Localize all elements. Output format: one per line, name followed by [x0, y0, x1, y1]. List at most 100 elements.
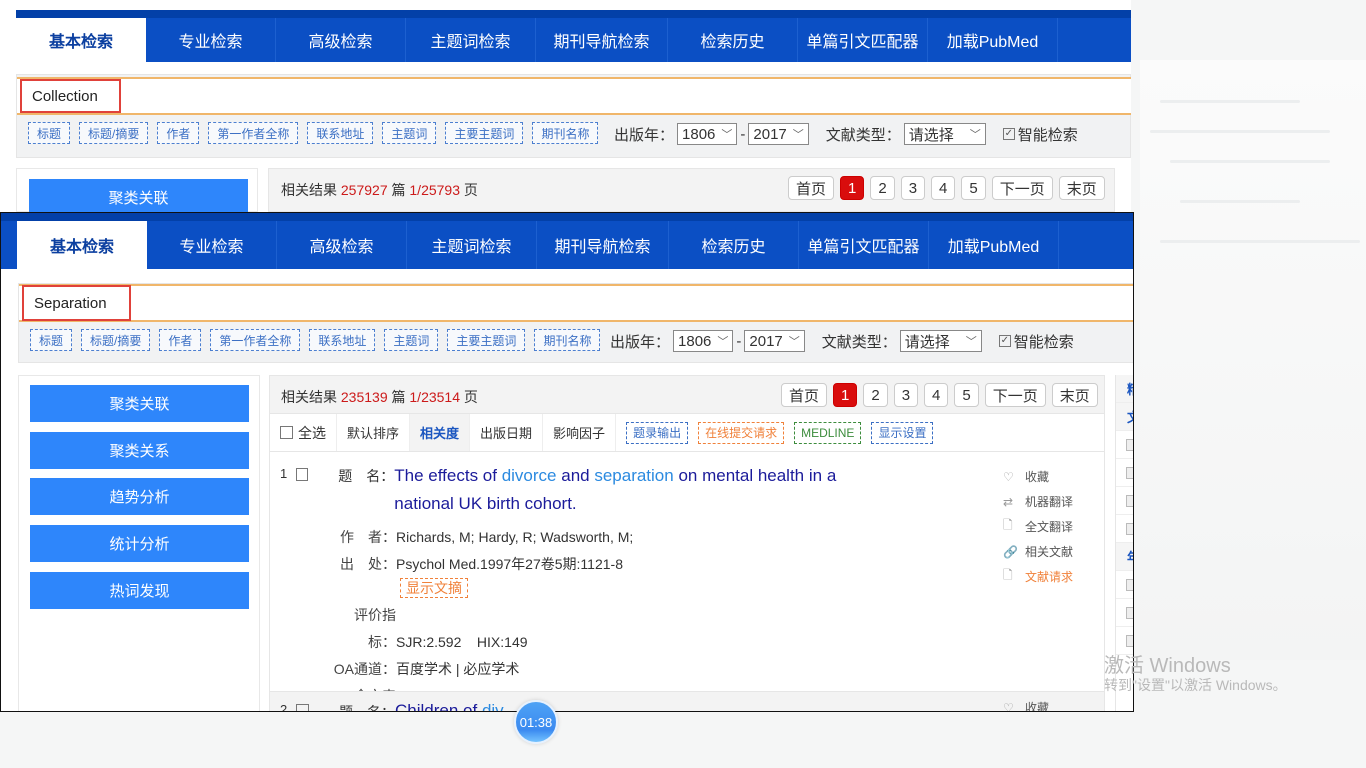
field-tag[interactable]: 标题	[28, 122, 71, 144]
field-tag[interactable]: 主要主题词	[447, 329, 526, 351]
search-input[interactable]	[19, 284, 1133, 322]
page-button[interactable]: 3	[893, 383, 919, 407]
results-header: 相关结果 235139 篇 1/23514 页 首页 1 2 3 4 5 下一页 末页	[270, 376, 1104, 414]
title-highlight: divorce	[501, 466, 557, 485]
page-button[interactable]: 2	[863, 383, 888, 407]
record-checkbox[interactable]	[295, 468, 309, 481]
field-tag[interactable]: 主要主题词	[445, 122, 524, 144]
record-title-link[interactable]: Children of div	[395, 702, 504, 712]
page-button[interactable]: 5	[954, 383, 979, 407]
action-button[interactable]: MEDLINE	[794, 421, 862, 444]
nav-tab[interactable]: 专业检索	[147, 221, 277, 269]
nav-tab[interactable]: 主题词检索	[406, 18, 536, 62]
field-tag[interactable]: 主题词	[382, 122, 437, 144]
select-all-checkbox[interactable]: 全选	[270, 414, 337, 451]
field-tag[interactable]: 期刊名称	[532, 122, 599, 144]
page-button[interactable]: 末页	[1058, 176, 1105, 200]
field-tag[interactable]: 标题/摘要	[79, 122, 149, 144]
search-query-highlight[interactable]: Separation	[22, 285, 131, 321]
side-action[interactable]: 🗋 文献请求	[1003, 564, 1073, 589]
page-button[interactable]: 首页	[781, 383, 828, 407]
nav-tab[interactable]: 单篇引文匹配器	[798, 18, 928, 62]
record-checkbox[interactable]	[296, 704, 309, 711]
checkbox-icon	[1126, 578, 1133, 591]
search-query-highlight[interactable]: Collection	[20, 79, 121, 113]
nav-tab[interactable]: 高级检索	[277, 221, 407, 269]
nav-tab[interactable]: 主题词检索	[407, 221, 537, 269]
trend-analysis-button[interactable]: 趋势分析	[30, 478, 249, 515]
page-button[interactable]: 下一页	[991, 176, 1053, 200]
sort-relevance[interactable]: 相关度	[410, 414, 471, 451]
field-tag[interactable]: 标题/摘要	[81, 329, 151, 351]
favorite-label[interactable]: 收藏	[1025, 699, 1049, 711]
right-col-item[interactable]	[1116, 459, 1133, 487]
right-col-item[interactable]	[1116, 487, 1133, 515]
nav-tab[interactable]: 加载PubMed	[928, 18, 1058, 62]
show-abstract-button[interactable]: 显示文摘	[400, 578, 468, 598]
page-button[interactable]: 4	[931, 176, 956, 200]
page-button[interactable]: 下一页	[984, 383, 1046, 407]
field-tag[interactable]: 第一作者全称	[208, 122, 299, 144]
recording-timer[interactable]: 01:38	[514, 700, 558, 744]
year-from-select[interactable]: 1806 ﹀	[673, 330, 734, 352]
nav-tab[interactable]: 基本检索	[16, 18, 146, 62]
field-tag[interactable]: 作者	[157, 122, 200, 144]
nav-tab[interactable]: 期刊导航检索	[537, 221, 669, 269]
year-to-select[interactable]: 2017 ﹀	[744, 330, 805, 352]
side-action[interactable]: 🗋 全文翻译	[1003, 514, 1073, 539]
result-record-2: 2 题 名： Children of div ♡ 收藏	[270, 691, 1104, 712]
right-col-item[interactable]	[1116, 431, 1133, 459]
field-tag[interactable]: 主题词	[384, 329, 439, 351]
nav-tab[interactable]: 基本检索	[17, 221, 147, 269]
page-button[interactable]: 3	[900, 176, 926, 200]
action-button[interactable]: 显示设置	[871, 421, 934, 444]
field-tag[interactable]: 标题	[30, 329, 73, 351]
page-button[interactable]: 5	[961, 176, 986, 200]
field-tag[interactable]: 期刊名称	[534, 329, 601, 351]
nav-tab[interactable]: 专业检索	[146, 18, 276, 62]
side-action[interactable]: 🔗 相关文献	[1003, 539, 1073, 564]
search-input[interactable]	[17, 77, 1131, 115]
field-tag[interactable]: 联系地址	[309, 329, 376, 351]
page-button[interactable]: 1	[833, 383, 858, 407]
field-tag[interactable]: 联系地址	[307, 122, 374, 144]
page-button[interactable]: 末页	[1051, 383, 1098, 407]
page-button[interactable]: 首页	[788, 176, 835, 200]
side-action[interactable]: ⇄ 机器翻译	[1003, 489, 1073, 514]
nav-tab[interactable]: 加载PubMed	[929, 221, 1059, 269]
page-button[interactable]: 2	[870, 176, 895, 200]
sort-date[interactable]: 出版日期	[470, 414, 544, 451]
cluster-relation-button[interactable]: 聚类关系	[30, 432, 249, 469]
page-button[interactable]: 1	[840, 176, 865, 200]
year-from-select[interactable]: 1806 ﹀	[677, 123, 738, 145]
year-to-select[interactable]: 2017 ﹀	[748, 123, 809, 145]
cluster-association-button[interactable]: 聚类关联	[30, 385, 249, 422]
record-title-link[interactable]: The effects of divorce and separation on…	[394, 462, 880, 518]
statistics-analysis-button[interactable]: 统计分析	[30, 525, 249, 562]
sort-impact-factor[interactable]: 影响因子	[543, 414, 617, 451]
nav-tab[interactable]: 高级检索	[276, 18, 406, 62]
cluster-association-button[interactable]: 聚类关联	[29, 179, 248, 212]
nav-tab[interactable]: 检索历史	[669, 221, 799, 269]
smart-search-checkbox[interactable]: ✓ 智能检索	[1002, 124, 1078, 145]
smart-search-checkbox[interactable]: ✓ 智能检索	[998, 331, 1074, 352]
right-col-item[interactable]	[1116, 571, 1133, 599]
right-col-item[interactable]	[1116, 599, 1133, 627]
side-action[interactable]: ♡ 收藏	[1003, 464, 1073, 489]
field-tag[interactable]: 作者	[159, 329, 202, 351]
action-button[interactable]: 在线提交请求	[698, 421, 785, 444]
nav-tab[interactable]: 单篇引文匹配器	[799, 221, 929, 269]
action-button[interactable]: 题录输出	[626, 421, 689, 444]
page-button[interactable]: 4	[924, 383, 949, 407]
hot-words-button[interactable]: 热词发现	[30, 572, 249, 609]
right-col-item[interactable]	[1116, 515, 1133, 543]
field-tag[interactable]: 第一作者全称	[210, 329, 301, 351]
results-unit: 篇	[391, 389, 406, 405]
doctype-select[interactable]: 请选择 ﹀	[903, 123, 986, 145]
title-label: 题 名：	[339, 704, 395, 712]
oa-links[interactable]: 百度学术 | 必应学术	[396, 661, 519, 677]
sort-default[interactable]: 默认排序	[337, 414, 411, 451]
nav-tab[interactable]: 期刊导航检索	[536, 18, 668, 62]
nav-tab[interactable]: 检索历史	[668, 18, 798, 62]
doctype-select[interactable]: 请选择 ﹀	[899, 330, 982, 352]
